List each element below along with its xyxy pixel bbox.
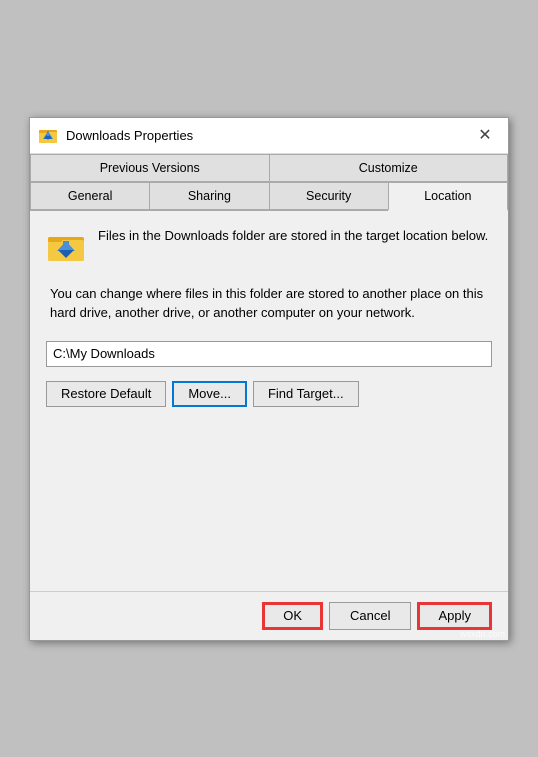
tab-location[interactable]: Location <box>388 182 508 211</box>
tabs-row1: Previous Versions Customize <box>30 154 508 182</box>
tab-previous-versions[interactable]: Previous Versions <box>30 154 270 181</box>
tab-general[interactable]: General <box>30 182 150 209</box>
tabs-row2: General Sharing Security Location <box>30 182 508 211</box>
tab-sharing[interactable]: Sharing <box>149 182 269 209</box>
description-section: You can change where files in this folde… <box>46 284 492 323</box>
title-bar-text: Downloads Properties <box>66 128 470 143</box>
action-buttons: Restore Default Move... Find Target... <box>46 381 492 407</box>
tab-customize[interactable]: Customize <box>269 154 509 181</box>
close-button[interactable]: ✕ <box>470 122 500 148</box>
info-section: Files in the Downloads folder are stored… <box>46 227 492 266</box>
title-bar: Downloads Properties ✕ <box>30 118 508 154</box>
cancel-button[interactable]: Cancel <box>329 602 411 630</box>
info-text: Files in the Downloads folder are stored… <box>98 227 488 245</box>
folder-icon-container <box>46 227 86 266</box>
tab-security[interactable]: Security <box>269 182 389 209</box>
folder-title-icon <box>38 125 58 145</box>
path-input[interactable] <box>46 341 492 367</box>
downloads-folder-icon <box>46 227 86 263</box>
find-target-button[interactable]: Find Target... <box>253 381 359 407</box>
tab-content: Files in the Downloads folder are stored… <box>30 211 508 591</box>
ok-button[interactable]: OK <box>262 602 323 630</box>
apply-button[interactable]: Apply <box>417 602 492 630</box>
move-button[interactable]: Move... <box>172 381 247 407</box>
dialog-window: Downloads Properties ✕ Previous Versions… <box>29 117 509 641</box>
bottom-bar: OK Cancel Apply <box>30 591 508 640</box>
restore-default-button[interactable]: Restore Default <box>46 381 166 407</box>
